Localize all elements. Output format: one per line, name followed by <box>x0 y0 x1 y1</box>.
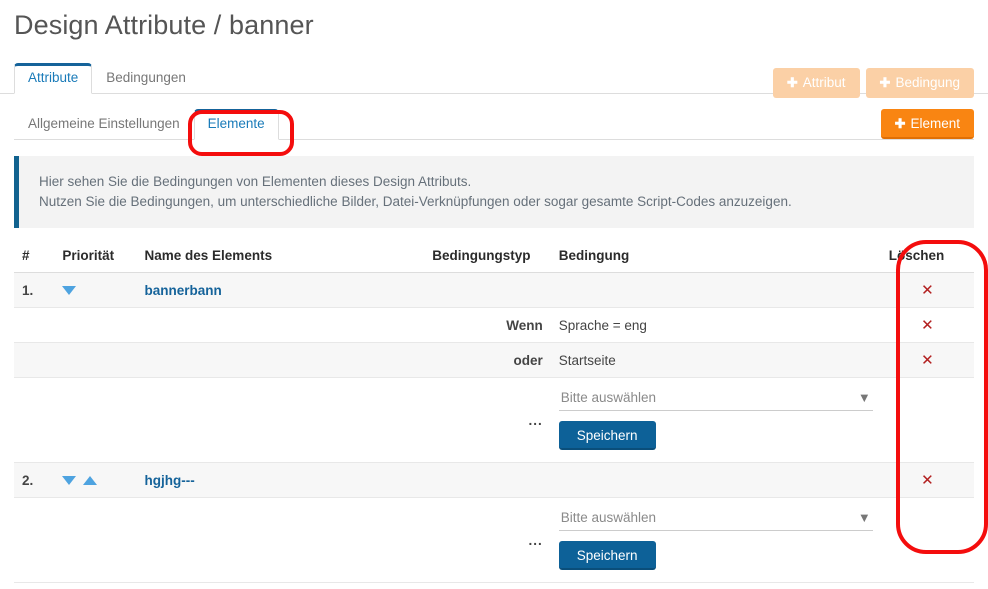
header-number: # <box>14 242 55 273</box>
header-priority: Priorität <box>54 242 137 273</box>
info-line-2: Nutzen Sie die Bedingungen, um unterschi… <box>39 194 792 209</box>
subtab-elemente[interactable]: Elemente <box>193 109 279 140</box>
condition-cell: Startseite <box>550 342 881 378</box>
delete-cell: ✕ <box>880 272 974 308</box>
condition-select-value: Bitte auswählen <box>560 510 657 525</box>
add-attribut-button[interactable]: ✚ Attribut <box>772 68 860 98</box>
header-delete: Löschen <box>880 242 974 273</box>
table-row: ... Bitte auswählen ▼ Speichern <box>14 497 974 583</box>
tab-attribute-label: Attribute <box>28 70 79 85</box>
table-row: Wenn Sprache = eng ✕ <box>14 307 974 343</box>
move-up-icon[interactable] <box>83 475 98 485</box>
chevron-down-icon: ▼ <box>857 509 871 525</box>
element-name-link[interactable]: hgjhg--- <box>145 473 195 488</box>
row-index <box>14 342 55 378</box>
table-header-row: # Priorität Name des Elements Bedingungs… <box>14 242 974 273</box>
table-row: 1. bannerbann ✕ <box>14 272 974 308</box>
element-name-cell <box>136 307 425 343</box>
delete-icon[interactable]: ✕ <box>921 316 934 334</box>
condition-form-cell: Bitte auswählen ▼ Speichern <box>550 377 881 463</box>
element-name-cell: bannerbann <box>136 272 425 308</box>
plus-icon: ✚ <box>894 116 906 131</box>
priority-cell <box>54 462 137 498</box>
header-condition-type: Bedingungstyp <box>424 242 551 273</box>
plus-icon: ✚ <box>879 75 891 90</box>
table-body: 1. bannerbann ✕ Wenn Sprache = eng ✕ ode… <box>14 272 974 583</box>
header-condition: Bedingung <box>550 242 881 273</box>
tab-bedingungen[interactable]: Bedingungen <box>92 63 200 94</box>
sub-tabstrip: Allgemeine Einstellungen Elemente ✚ Eleme… <box>0 109 988 140</box>
row-index <box>14 497 55 583</box>
subtab-elemente-label: Elemente <box>207 116 265 131</box>
priority-cell <box>54 377 137 463</box>
condition-select[interactable]: Bitte auswählen ▼ <box>558 388 873 411</box>
elements-table: # Priorität Name des Elements Bedingungs… <box>14 242 974 583</box>
top-action-buttons: ✚ Attribut ✚ Bedingung <box>772 68 974 98</box>
elements-table-wrapper: # Priorität Name des Elements Bedingungs… <box>14 242 974 583</box>
add-attribut-label: Attribut <box>802 75 846 90</box>
save-button[interactable]: Speichern <box>558 421 656 450</box>
delete-cell: ✕ <box>880 342 974 378</box>
delete-icon[interactable]: ✕ <box>921 281 934 299</box>
add-element-button[interactable]: ✚ Element <box>880 109 974 139</box>
info-message: Hier sehen Sie die Bedingungen von Eleme… <box>14 156 974 228</box>
plus-icon: ✚ <box>786 75 798 90</box>
priority-cell <box>54 497 137 583</box>
condition-select[interactable]: Bitte auswählen ▼ <box>558 508 873 531</box>
row-index: 2. <box>14 462 55 498</box>
element-name-link[interactable]: bannerbann <box>145 283 222 298</box>
table-row: oder Startseite ✕ <box>14 342 974 378</box>
condition-type-cell: Wenn <box>424 307 551 343</box>
condition-form-cell: Bitte auswählen ▼ Speichern <box>550 497 881 583</box>
condition-type-cell: oder <box>424 342 551 378</box>
tab-attribute[interactable]: Attribute <box>14 63 93 94</box>
row-index <box>14 377 55 463</box>
priority-cell <box>54 272 137 308</box>
add-bedingung-label: Bedingung <box>895 75 960 90</box>
condition-type-cell: ... <box>424 497 551 583</box>
delete-icon[interactable]: ✕ <box>921 351 934 369</box>
condition-type-cell <box>424 272 551 308</box>
delete-cell <box>880 497 974 583</box>
save-button[interactable]: Speichern <box>558 541 656 570</box>
condition-type-cell <box>424 462 551 498</box>
element-name-cell <box>136 342 425 378</box>
move-down-icon[interactable] <box>62 285 77 295</box>
tab-bedingungen-label: Bedingungen <box>106 70 186 85</box>
row-index <box>14 307 55 343</box>
table-row: 2. hgjhg--- ✕ <box>14 462 974 498</box>
element-name-cell: hgjhg--- <box>136 462 425 498</box>
condition-cell <box>550 272 881 308</box>
add-bedingung-button[interactable]: ✚ Bedingung <box>865 68 974 98</box>
subtab-allgemeine-label: Allgemeine Einstellungen <box>28 116 180 131</box>
header-element-name: Name des Elements <box>136 242 425 273</box>
condition-select-value: Bitte auswählen <box>560 390 657 405</box>
element-name-cell <box>136 377 425 463</box>
condition-cell <box>550 462 881 498</box>
condition-cell: Sprache = eng <box>550 307 881 343</box>
add-element-label: Element <box>910 116 960 131</box>
delete-icon[interactable]: ✕ <box>921 471 934 489</box>
row-index: 1. <box>14 272 55 308</box>
delete-cell <box>880 377 974 463</box>
priority-cell <box>54 307 137 343</box>
priority-cell <box>54 342 137 378</box>
subtab-allgemeine-einstellungen[interactable]: Allgemeine Einstellungen <box>14 109 194 140</box>
table-row: ... Bitte auswählen ▼ Speichern <box>14 377 974 463</box>
info-line-1: Hier sehen Sie die Bedingungen von Eleme… <box>39 174 472 189</box>
move-down-icon[interactable] <box>62 475 77 485</box>
chevron-down-icon: ▼ <box>857 389 871 405</box>
delete-cell: ✕ <box>880 462 974 498</box>
delete-cell: ✕ <box>880 307 974 343</box>
element-name-cell <box>136 497 425 583</box>
page-title: Design Attribute / banner <box>14 10 314 40</box>
condition-type-cell: ... <box>424 377 551 463</box>
